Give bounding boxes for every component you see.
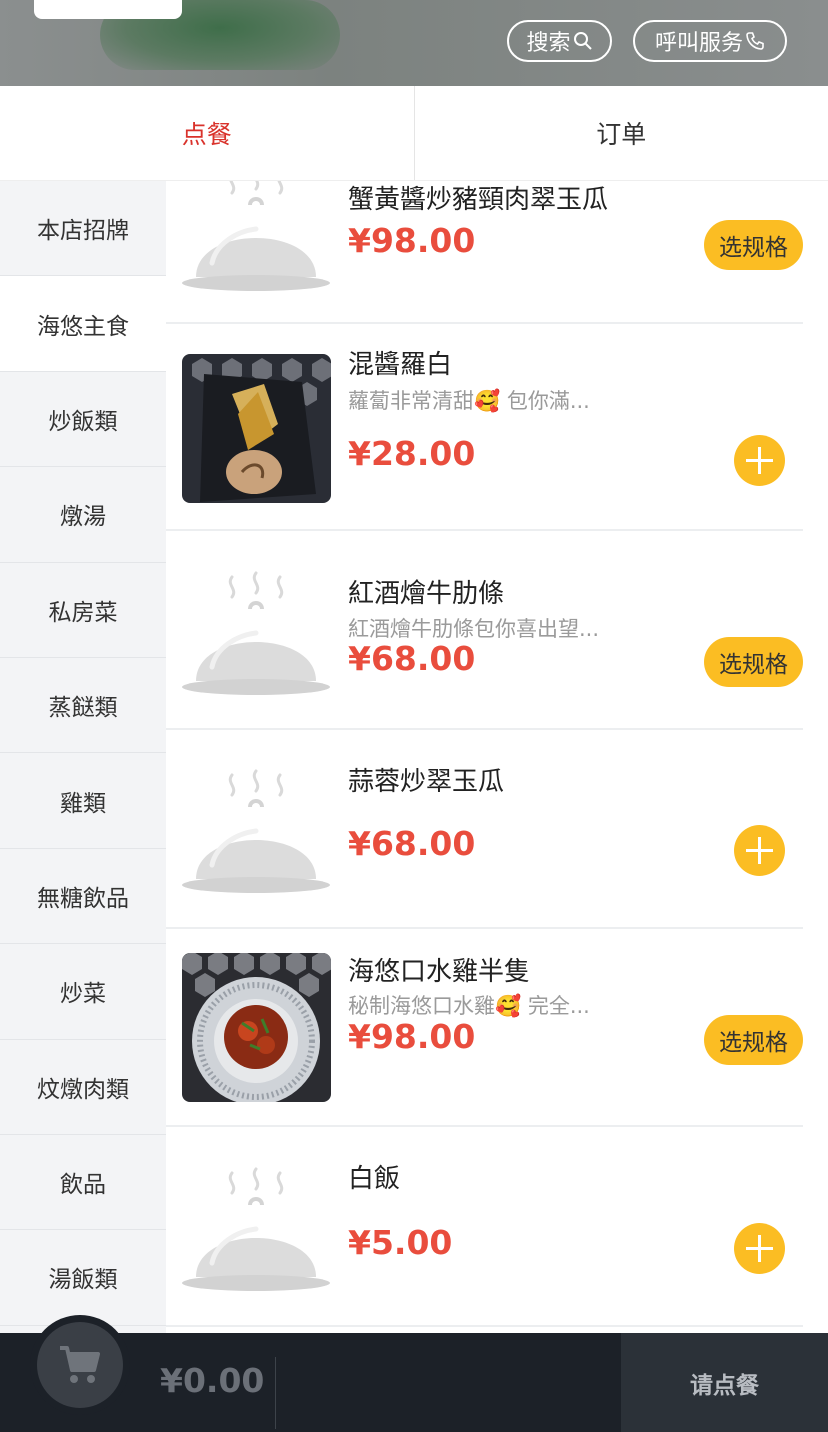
- category-item[interactable]: 湯飯類: [0, 1230, 166, 1326]
- cart-total: ¥0.00: [160, 1361, 265, 1400]
- category-item[interactable]: 私房菜: [0, 563, 166, 658]
- category-item-active[interactable]: 海悠主食: [0, 276, 166, 372]
- call-service-label: 呼叫服务: [654, 31, 743, 56]
- select-spec-button[interactable]: 选规格: [704, 637, 803, 687]
- category-item[interactable]: 飲品: [0, 1135, 166, 1231]
- product-name: 海悠口水雞半隻: [348, 957, 531, 987]
- select-spec-button[interactable]: 选规格: [704, 1015, 803, 1065]
- cart-circle: [37, 1322, 123, 1408]
- dish-placeholder-image: [182, 761, 331, 910]
- add-to-cart-button[interactable]: [734, 1223, 785, 1274]
- tab-bar: 点餐 订单: [0, 86, 828, 181]
- header: 搜索 呼叫服务: [0, 0, 828, 86]
- cart-button[interactable]: [30, 1315, 130, 1415]
- product-description: 秘制海悠口水雞🥰 完全...: [348, 994, 590, 1018]
- dish-photo: [182, 953, 331, 1102]
- category-item[interactable]: 炒菜: [0, 944, 166, 1040]
- shopping-cart-icon: [60, 1346, 100, 1383]
- product-name: 蟹黃醬炒豬頸肉翠玉瓜: [348, 185, 609, 215]
- category-item[interactable]: 燉湯: [0, 467, 166, 563]
- category-item[interactable]: 無糖飲品: [0, 849, 166, 945]
- product-name: 白飯: [348, 1164, 401, 1194]
- category-sidebar: 本店招牌 海悠主食 炒飯類 燉湯 私房菜 蒸餸類 雞類 無糖飲品 炒菜 炆燉肉類…: [0, 181, 166, 1333]
- place-order-button[interactable]: 请点餐: [621, 1333, 828, 1432]
- product-price: ¥98.00: [348, 221, 476, 260]
- product-description: 蘿蔔非常清甜🥰 包你滿...: [348, 389, 590, 413]
- product-name: 紅酒燴牛肋條: [348, 579, 505, 609]
- product-price: ¥5.00: [348, 1223, 453, 1262]
- category-item[interactable]: 蒸餸類: [0, 658, 166, 754]
- product-item[interactable]: 海悠口水雞半隻 秘制海悠口水雞🥰 完全... ¥98.00 选规格: [166, 929, 803, 1127]
- product-price: ¥68.00: [348, 824, 476, 863]
- search-icon: [573, 32, 592, 50]
- select-spec-button[interactable]: 选规格: [704, 220, 803, 270]
- category-item[interactable]: 炆燉肉類: [0, 1040, 166, 1135]
- search-label: 搜索: [526, 31, 571, 56]
- product-list: 蟹黃醬炒豬頸肉翠玉瓜 ¥98.00 选规格 混醬羅白 蘿蔔非常清甜�: [166, 181, 828, 1333]
- dish-placeholder-image: [182, 181, 331, 308]
- tab-order-food[interactable]: 点餐: [0, 86, 414, 180]
- search-button[interactable]: 搜索: [507, 20, 612, 62]
- add-to-cart-button[interactable]: [734, 435, 785, 486]
- product-name: 蒜蓉炒翠玉瓜: [348, 767, 505, 797]
- category-item[interactable]: 本店招牌: [0, 181, 166, 277]
- category-item[interactable]: 雞類: [0, 753, 166, 849]
- tab-orders[interactable]: 订单: [415, 86, 828, 180]
- store-logo: [34, 0, 182, 19]
- product-item[interactable]: 混醬羅白 蘿蔔非常清甜🥰 包你滿... ¥28.00: [166, 324, 803, 531]
- dish-photo: [182, 354, 331, 503]
- cart-bar: ¥0.00 请点餐: [0, 1315, 828, 1432]
- product-item[interactable]: 白飯 ¥5.00: [166, 1127, 803, 1327]
- product-item[interactable]: 紅酒燴牛肋條 紅酒燴牛肋條包你喜出望... ¥68.00 选规格: [166, 531, 803, 730]
- product-item[interactable]: 蒜蓉炒翠玉瓜 ¥68.00: [166, 730, 803, 929]
- product-price: ¥28.00: [348, 434, 476, 473]
- category-item[interactable]: 炒飯類: [0, 372, 166, 468]
- call-service-button[interactable]: 呼叫服务: [633, 20, 787, 62]
- cart-bar-divider: [275, 1357, 276, 1429]
- add-to-cart-button[interactable]: [734, 825, 785, 876]
- product-price: ¥68.00: [348, 639, 476, 678]
- dish-placeholder-image: [182, 1159, 331, 1308]
- dish-placeholder-image: [182, 563, 331, 712]
- phone-icon: [746, 32, 764, 50]
- product-price: ¥98.00: [348, 1017, 476, 1056]
- product-name: 混醬羅白: [348, 350, 453, 380]
- product-item[interactable]: 蟹黃醬炒豬頸肉翠玉瓜 ¥98.00 选规格: [166, 181, 803, 324]
